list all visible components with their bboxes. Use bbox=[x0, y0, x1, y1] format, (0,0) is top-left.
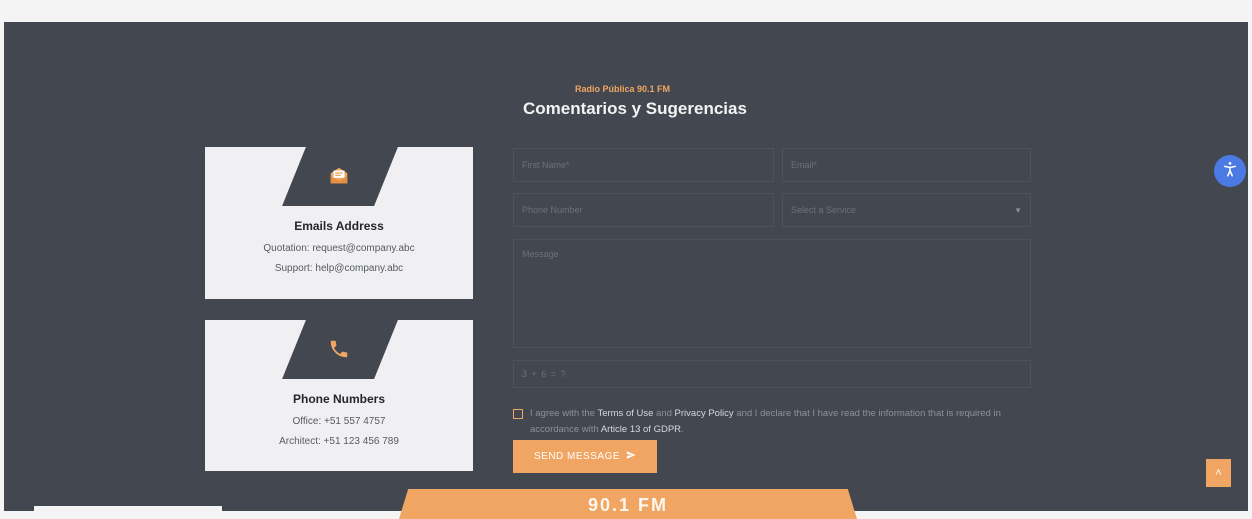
quotation-email: Quotation: request@company.abc bbox=[263, 243, 415, 254]
page-title: Comentarios y Sugerencias bbox=[523, 99, 747, 118]
phone-icon bbox=[323, 333, 355, 365]
consent-suffix: . bbox=[681, 424, 684, 435]
send-message-button[interactable]: SEND MESSAGE bbox=[513, 440, 657, 473]
captcha-question: 3 + 6 = ? bbox=[522, 369, 567, 379]
chevron-down-icon: ▼ bbox=[1014, 205, 1022, 215]
consent-checkbox[interactable] bbox=[513, 409, 523, 419]
phone-number-field[interactable] bbox=[513, 193, 774, 227]
phone-card: Phone Numbers Office: +51 557 4757 Archi… bbox=[205, 320, 473, 471]
section-eyebrow: Radio Pública 90.1 FM bbox=[575, 84, 671, 94]
message-field[interactable] bbox=[513, 239, 1031, 348]
support-email: Support: help@company.abc bbox=[274, 263, 404, 274]
accessibility-button[interactable] bbox=[1214, 155, 1246, 187]
bottom-strip bbox=[34, 506, 222, 511]
email-card-title: Emails Address bbox=[294, 219, 384, 233]
captcha-field[interactable]: 3 + 6 = ? bbox=[513, 360, 1031, 388]
service-select[interactable]: Select a Service ▼ bbox=[782, 193, 1031, 227]
accessibility-icon bbox=[1221, 160, 1239, 183]
send-icon bbox=[626, 450, 636, 463]
first-name-field[interactable] bbox=[513, 148, 774, 182]
email-field[interactable] bbox=[782, 148, 1031, 182]
consent-text: I agree with the Terms of Use and Privac… bbox=[530, 406, 1030, 438]
architect-phone: Architect: +51 123 456 789 bbox=[279, 436, 399, 447]
banner-text: 90.1 FM bbox=[587, 495, 669, 515]
envelope-icon bbox=[323, 160, 355, 192]
consent-and: and bbox=[656, 408, 672, 419]
office-phone: Office: +51 557 4757 bbox=[292, 416, 386, 427]
privacy-policy-link[interactable]: Privacy Policy bbox=[675, 408, 734, 419]
phone-card-title: Phone Numbers bbox=[292, 392, 385, 406]
service-select-label: Select a Service bbox=[791, 205, 857, 215]
chevron-up-icon: ˄ bbox=[1215, 467, 1222, 479]
radio-banner: 90.1 FM bbox=[399, 489, 857, 519]
terms-of-use-link[interactable]: Terms of Use bbox=[597, 408, 653, 419]
consent-prefix: I agree with the bbox=[530, 408, 595, 419]
send-message-label: SEND MESSAGE bbox=[533, 451, 621, 462]
scroll-to-top-button[interactable]: ˄ bbox=[1206, 459, 1231, 487]
email-card: Emails Address Quotation: request@compan… bbox=[205, 147, 473, 299]
gdpr-article-link[interactable]: Article 13 of GDPR bbox=[601, 424, 681, 435]
